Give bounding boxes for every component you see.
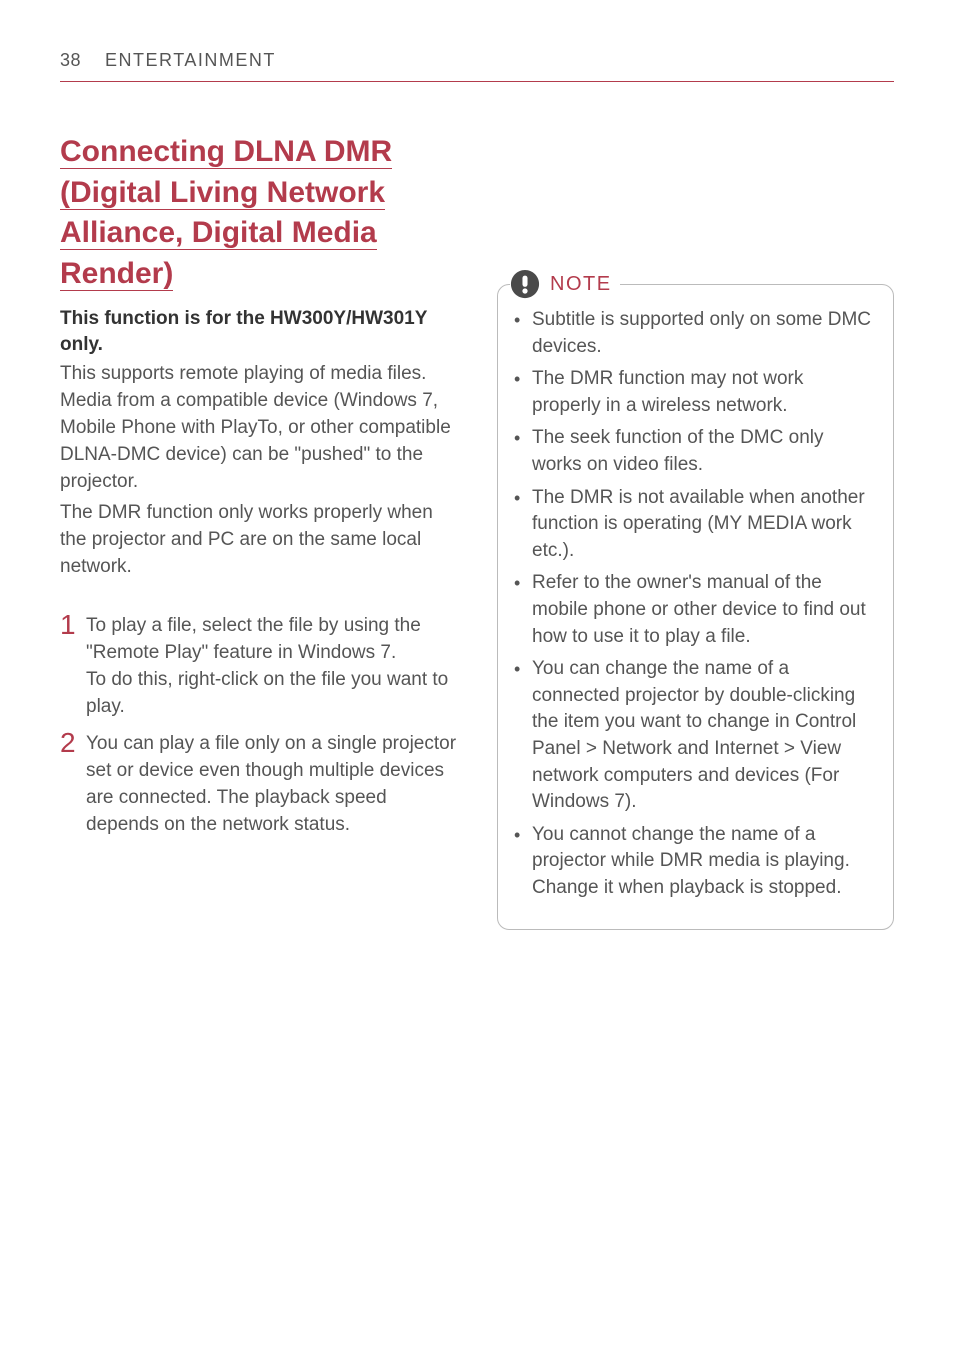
subheading: This function is for the HW300Y/HW301Y o… — [60, 306, 457, 357]
note-label: NOTE — [550, 273, 612, 296]
step-number: 2 — [60, 729, 86, 757]
note-box: NOTE • Subtitle is supported only on som… — [497, 284, 894, 930]
body-paragraph-1: This supports remote playing of media fi… — [60, 361, 457, 496]
note-item: • The DMR function may not work properly… — [514, 366, 877, 419]
bullet-icon: • — [514, 425, 532, 452]
page-header: 38 ENTERTAINMENT — [60, 50, 894, 82]
note-text: The DMR function may not work properly i… — [532, 366, 877, 419]
bullet-icon: • — [514, 366, 532, 393]
step-1-line-a: To play a file, select the file by using… — [86, 615, 421, 663]
bullet-icon: • — [514, 570, 532, 597]
note-text: The seek function of the DMC only works … — [532, 425, 877, 478]
note-item: • The seek function of the DMC only work… — [514, 425, 877, 478]
bullet-icon: • — [514, 656, 532, 683]
step-1-line-b: To do this, right-click on the file you … — [86, 669, 448, 717]
right-column: NOTE • Subtitle is supported only on som… — [497, 132, 894, 930]
note-list: • Subtitle is supported only on some DMC… — [514, 307, 877, 901]
step-text: You can play a file only on a single pro… — [86, 731, 457, 839]
note-item: • The DMR is not available when another … — [514, 485, 877, 565]
note-item: • You can change the name of a connected… — [514, 656, 877, 816]
page-number: 38 — [60, 50, 81, 71]
body-paragraph-2: The DMR function only works properly whe… — [60, 500, 457, 581]
note-legend: NOTE — [510, 269, 620, 299]
note-text: The DMR is not available when another fu… — [532, 485, 877, 565]
caution-icon — [510, 269, 540, 299]
step-2-line-a: You can play a file only on a single pro… — [86, 733, 456, 835]
content-columns: Connecting DLNA DMR (Digital Living Netw… — [60, 132, 894, 930]
note-item: • Refer to the owner's manual of the mob… — [514, 570, 877, 650]
step-1: 1 To play a file, select the file by usi… — [60, 613, 457, 721]
note-item: • Subtitle is supported only on some DMC… — [514, 307, 877, 360]
step-number: 1 — [60, 611, 86, 639]
section-title: ENTERTAINMENT — [105, 50, 276, 71]
bullet-icon: • — [514, 307, 532, 334]
note-text: Subtitle is supported only on some DMC d… — [532, 307, 877, 360]
main-heading: Connecting DLNA DMR (Digital Living Netw… — [60, 135, 392, 291]
left-column: Connecting DLNA DMR (Digital Living Netw… — [60, 132, 457, 930]
heading-wrap: Connecting DLNA DMR (Digital Living Netw… — [60, 132, 457, 294]
step-2: 2 You can play a file only on a single p… — [60, 731, 457, 839]
bullet-icon: • — [514, 485, 532, 512]
note-text: Refer to the owner's manual of the mobil… — [532, 570, 877, 650]
note-item: • You cannot change the name of a projec… — [514, 822, 877, 902]
bullet-icon: • — [514, 822, 532, 849]
step-text: To play a file, select the file by using… — [86, 613, 457, 721]
note-text: You cannot change the name of a projecto… — [532, 822, 877, 902]
note-text: You can change the name of a connected p… — [532, 656, 877, 816]
